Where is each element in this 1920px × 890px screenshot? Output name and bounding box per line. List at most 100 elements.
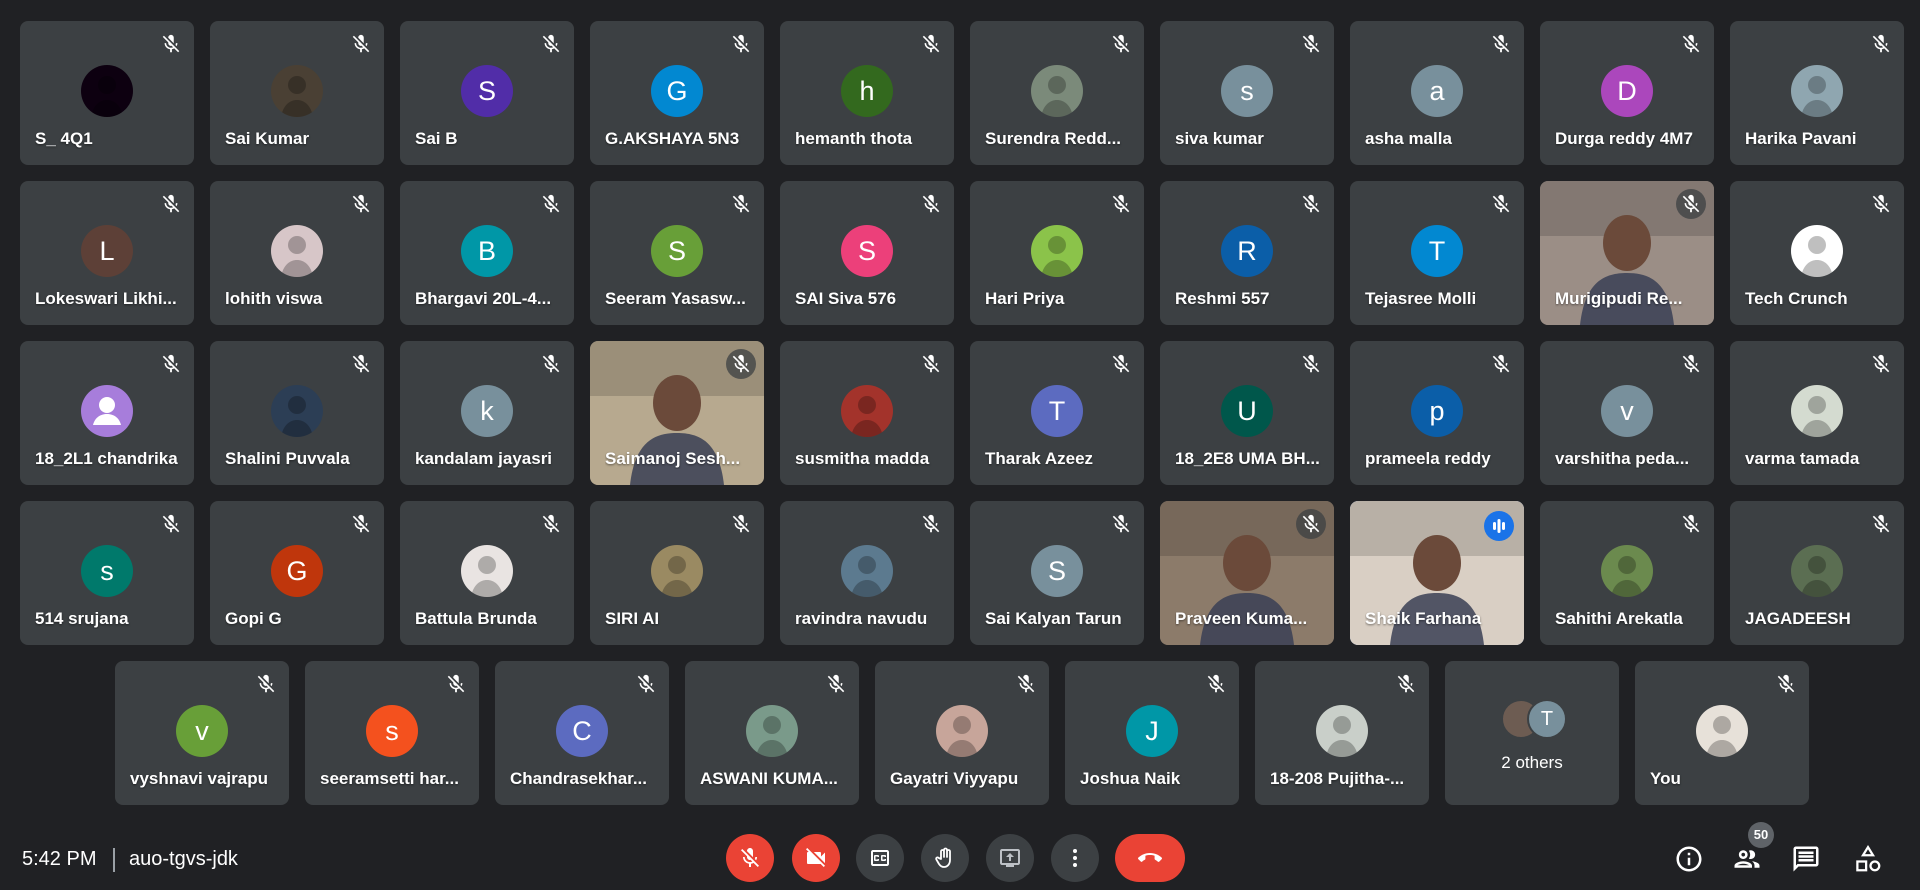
participant-tile[interactable]: J Joshua Naik [1065,661,1239,805]
mic-off-icon [1395,673,1417,695]
end-call-button[interactable] [1115,834,1185,882]
participant-tile[interactable]: p prameela reddy [1350,341,1524,485]
participant-tile[interactable]: T Tharak Azeez [970,341,1144,485]
participant-tile[interactable]: SIRI AI [590,501,764,645]
avatar-letter: B [461,225,513,277]
participant-tile[interactable]: Shaik Farhana [1350,501,1524,645]
participant-tile[interactable]: S Sai B [400,21,574,165]
participant-tile[interactable]: Sahithi Arekatla [1540,501,1714,645]
participant-tile[interactable]: k kandalam jayasri [400,341,574,485]
participant-tile[interactable]: v varshitha peda... [1540,341,1714,485]
raise-hand-button[interactable] [921,834,969,882]
participant-tile[interactable]: T 2 others [1445,661,1619,805]
participant-name: Tech Crunch [1745,289,1848,308]
others-avatars: T [1501,699,1581,739]
meeting-details-button[interactable] [1674,844,1704,874]
participant-name: 18-208 Pujitha-... [1270,769,1405,788]
others-avatar-letter: T [1527,699,1567,739]
participant-tile[interactable]: v vyshnavi vajrapu [115,661,289,805]
participant-tile[interactable]: JAGADEESH [1730,501,1904,645]
participant-tile[interactable]: T Tejasree Molli [1350,181,1524,325]
participant-tile[interactable]: susmitha madda [780,341,954,485]
mic-off-button[interactable] [726,834,774,882]
avatar-photo [1696,705,1748,757]
participant-tile[interactable]: Surendra Redd... [970,21,1144,165]
participant-name: susmitha madda [795,449,930,468]
participant-tile[interactable]: U 18_2E8 UMA BH... [1160,341,1334,485]
participant-tile[interactable]: Tech Crunch [1730,181,1904,325]
meeting-code[interactable]: auo-tgvs-jdk [129,848,238,871]
mic-off-icon [1300,193,1322,215]
mic-off-icon [1680,513,1702,535]
participant-tile[interactable]: a asha malla [1350,21,1524,165]
participant-tile[interactable]: B Bhargavi 20L-4... [400,181,574,325]
mic-off-icon [445,673,467,695]
avatar-letter: G [271,545,323,597]
info-icon [1674,844,1704,874]
participant-tile[interactable]: Saimanoj Sesh... [590,341,764,485]
mic-off-icon [1676,189,1706,219]
participant-grid: S_ 4Q1 Sai Kumar S Sai B G G.AKSHAYA 5N3 h hema… [0,0,1920,810]
mic-off-icon [1300,353,1322,375]
participant-tile[interactable]: You [1635,661,1809,805]
avatar-photo [651,545,703,597]
participant-tile[interactable]: Shalini Puvvala [210,341,384,485]
mic-off-icon [350,193,372,215]
participant-name: Sai Kalyan Tarun [985,609,1122,628]
activities-button[interactable] [1853,844,1883,874]
participant-tile[interactable]: Murigipudi Re... [1540,181,1714,325]
participant-name: Gayatri Viyyapu [890,769,1019,788]
avatar-letter: T [1031,385,1083,437]
avatar-photo [1601,545,1653,597]
participant-tile[interactable]: varma tamada [1730,341,1904,485]
participant-tile[interactable]: lohith viswa [210,181,384,325]
bar-divider [113,848,115,872]
mic-off-icon [160,353,182,375]
participant-tile[interactable]: G G.AKSHAYA 5N3 [590,21,764,165]
participant-tile[interactable]: L Lokeswari Likhi... [20,181,194,325]
participant-tile[interactable]: S_ 4Q1 [20,21,194,165]
captions-button[interactable] [856,834,904,882]
participant-tile[interactable]: Hari Priya [970,181,1144,325]
participant-name: varma tamada [1745,449,1860,468]
participant-tile[interactable]: s siva kumar [1160,21,1334,165]
participant-name: Reshmi 557 [1175,289,1270,308]
present-screen-icon [986,846,1034,870]
participant-tile[interactable]: Sai Kumar [210,21,384,165]
mic-off-icon [1296,509,1326,539]
participant-tile[interactable]: s 514 srujana [20,501,194,645]
chat-button[interactable] [1791,844,1821,874]
avatar-letter: D [1601,65,1653,117]
people-button[interactable] [1732,844,1762,874]
participant-tile[interactable]: Praveen Kuma... [1160,501,1334,645]
avatar-letter: s [1221,65,1273,117]
participant-tile[interactable]: R Reshmi 557 [1160,181,1334,325]
camera-off-button[interactable] [792,834,840,882]
participant-tile[interactable]: 18-208 Pujitha-... [1255,661,1429,805]
participant-tile[interactable]: 18_2L1 chandrika [20,341,194,485]
participant-tile[interactable]: G Gopi G [210,501,384,645]
participant-tile[interactable]: Battula Brunda [400,501,574,645]
mic-off-icon [1015,673,1037,695]
participant-count-badge: 50 [1748,822,1774,848]
participant-tile[interactable]: Harika Pavani [1730,21,1904,165]
participant-tile[interactable]: D Durga reddy 4M7 [1540,21,1714,165]
mic-off-icon [540,193,562,215]
avatar-photo [1791,65,1843,117]
participant-tile[interactable]: S SAI Siva 576 [780,181,954,325]
videocam-off-icon [792,846,840,870]
participant-tile[interactable]: C Chandrasekhar... [495,661,669,805]
participant-tile[interactable]: ravindra navudu [780,501,954,645]
participant-tile[interactable]: Gayatri Viyyapu [875,661,1049,805]
participant-tile[interactable]: S Seeram Yasasw... [590,181,764,325]
participant-tile[interactable]: ASWANI KUMA... [685,661,859,805]
participant-tile[interactable]: S Sai Kalyan Tarun [970,501,1144,645]
closed-captions-icon [856,846,904,870]
participant-tile[interactable]: h hemanth thota [780,21,954,165]
avatar-letter: U [1221,385,1273,437]
more-options-button[interactable] [1051,834,1099,882]
present-button[interactable] [986,834,1034,882]
participant-tile[interactable]: s seeramsetti har... [305,661,479,805]
avatar-photo [1791,545,1843,597]
participant-name: Bhargavi 20L-4... [415,289,552,308]
